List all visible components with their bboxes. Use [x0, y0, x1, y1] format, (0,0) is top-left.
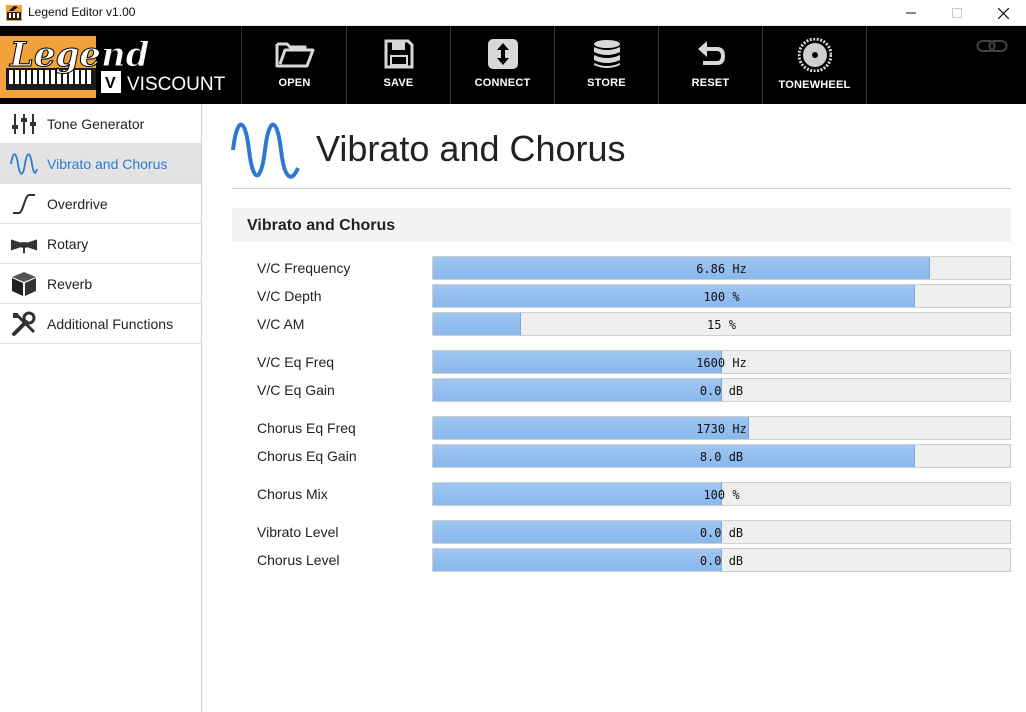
- slider-value: 100 %: [703, 488, 740, 502]
- save-button[interactable]: SAVE: [347, 26, 451, 104]
- slider-value: 0.0 dB: [699, 526, 744, 540]
- maximize-icon: [952, 8, 962, 18]
- slider-value: 100 %: [703, 290, 740, 304]
- main-content: Vibrato and Chorus Vibrato and Chorus V/…: [202, 104, 1026, 712]
- param-label: V/C AM: [257, 316, 305, 332]
- sidebar-item-label: Reverb: [47, 276, 93, 292]
- svg-text:VISCOUNT: VISCOUNT: [127, 74, 226, 95]
- sidebar-item-rotary[interactable]: Rotary: [0, 224, 201, 264]
- section-header: Vibrato and Chorus: [232, 208, 1011, 242]
- connect-label: CONNECT: [474, 77, 531, 89]
- param-label: V/C Frequency: [257, 260, 351, 276]
- param-slider[interactable]: 1600 Hz: [432, 350, 1011, 374]
- section-title: Vibrato and Chorus: [247, 217, 396, 234]
- param-label: V/C Depth: [257, 288, 322, 304]
- slider-value: 1600 Hz: [696, 356, 747, 370]
- slider-value: 8.0 dB: [699, 450, 744, 464]
- sidebar-item-reverb[interactable]: Reverb: [0, 264, 201, 304]
- param-slider[interactable]: 0.0 dB: [432, 378, 1011, 402]
- app-icon: [6, 5, 22, 21]
- svg-text:Legend: Legend: [9, 35, 150, 75]
- rotary-horn-icon: [10, 232, 38, 256]
- undo-arrow-icon: [697, 41, 725, 65]
- sidebar-item-label: Additional Functions: [47, 316, 174, 332]
- window-title: Legend Editor v1.00: [28, 5, 136, 19]
- save-label: SAVE: [383, 77, 414, 89]
- tonewheel-label: TONEWHEEL: [778, 79, 851, 91]
- store-button[interactable]: STORE: [555, 26, 659, 104]
- database-icon: [593, 40, 620, 68]
- param-label: Chorus Eq Freq: [257, 420, 356, 436]
- slider-value: 0.0 dB: [699, 554, 744, 568]
- slider-value: 6.86 Hz: [696, 262, 747, 276]
- wrench-screwdriver-icon: [10, 311, 38, 336]
- sine-wave-icon: [231, 122, 300, 179]
- legend-viscount-logo: Legend V VISCOUNT: [0, 26, 242, 104]
- sidebar-item-label: Overdrive: [47, 196, 108, 212]
- param-label: Chorus Mix: [257, 486, 328, 502]
- param-slider[interactable]: 6.86 Hz: [432, 256, 1011, 280]
- open-label: OPEN: [278, 77, 311, 89]
- param-slider[interactable]: 100 %: [432, 284, 1011, 308]
- param-slider[interactable]: 8.0 dB: [432, 444, 1011, 468]
- param-slider[interactable]: 1730 Hz: [432, 416, 1011, 440]
- param-slider[interactable]: 100 %: [432, 482, 1011, 506]
- link-rings-icon[interactable]: [976, 38, 1008, 54]
- close-icon: [997, 7, 1009, 19]
- title-divider: [232, 188, 1011, 189]
- minimize-icon: [906, 12, 916, 14]
- maximize-button[interactable]: [934, 0, 980, 26]
- svg-text:V: V: [105, 75, 116, 92]
- toolbar: Legend V VISCOUNT OPEN SAVE CONNECT STOR…: [0, 26, 1026, 104]
- sidebar: Tone Generator Vibrato and Chorus Overdr…: [0, 104, 202, 712]
- sidebar-item-additional-functions[interactable]: Additional Functions: [0, 304, 201, 344]
- toolbar-end-divider: [867, 26, 868, 104]
- connect-button[interactable]: CONNECT: [451, 26, 555, 104]
- param-label: V/C Eq Gain: [257, 382, 335, 398]
- reset-button[interactable]: RESET: [659, 26, 763, 104]
- param-label: Chorus Level: [257, 552, 340, 568]
- param-slider[interactable]: 0.0 dB: [432, 520, 1011, 544]
- title-bar: Legend Editor v1.00: [0, 0, 1026, 26]
- page-title: Vibrato and Chorus: [316, 128, 626, 169]
- cube-icon: [10, 272, 38, 296]
- sidebar-item-label: Rotary: [47, 236, 89, 252]
- close-button[interactable]: [980, 0, 1026, 26]
- reset-label: RESET: [691, 77, 730, 89]
- store-label: STORE: [587, 77, 626, 89]
- sidebar-item-overdrive[interactable]: Overdrive: [0, 184, 201, 224]
- tonewheel-gear-icon: [797, 38, 832, 72]
- tonewheel-button[interactable]: TONEWHEEL: [763, 26, 867, 104]
- param-label: V/C Eq Freq: [257, 354, 335, 370]
- param-label: Chorus Eq Gain: [257, 448, 357, 464]
- slider-value: 15 %: [707, 318, 736, 332]
- overdrive-curve-icon: [10, 192, 38, 216]
- up-down-arrows-icon: [487, 39, 518, 69]
- param-label: Vibrato Level: [257, 524, 339, 540]
- sine-wave-icon: [10, 152, 38, 176]
- slider-value: 0.0 dB: [699, 384, 744, 398]
- sidebar-item-vibrato-and-chorus[interactable]: Vibrato and Chorus: [0, 144, 201, 184]
- param-slider[interactable]: 15 %: [432, 312, 1011, 336]
- sidebar-item-label: Tone Generator: [47, 116, 145, 132]
- open-button[interactable]: OPEN: [243, 26, 347, 104]
- sidebar-item-tone-generator[interactable]: Tone Generator: [0, 104, 201, 144]
- logo-graphic: Legend V VISCOUNT: [0, 35, 226, 98]
- param-slider[interactable]: 0.0 dB: [432, 548, 1011, 572]
- sidebar-item-label: Vibrato and Chorus: [47, 156, 168, 172]
- minimize-button[interactable]: [888, 0, 934, 26]
- floppy-disk-icon: [384, 39, 413, 69]
- slider-value: 1730 Hz: [696, 422, 747, 436]
- sliders-icon: [10, 112, 38, 136]
- folder-icon: [275, 42, 314, 68]
